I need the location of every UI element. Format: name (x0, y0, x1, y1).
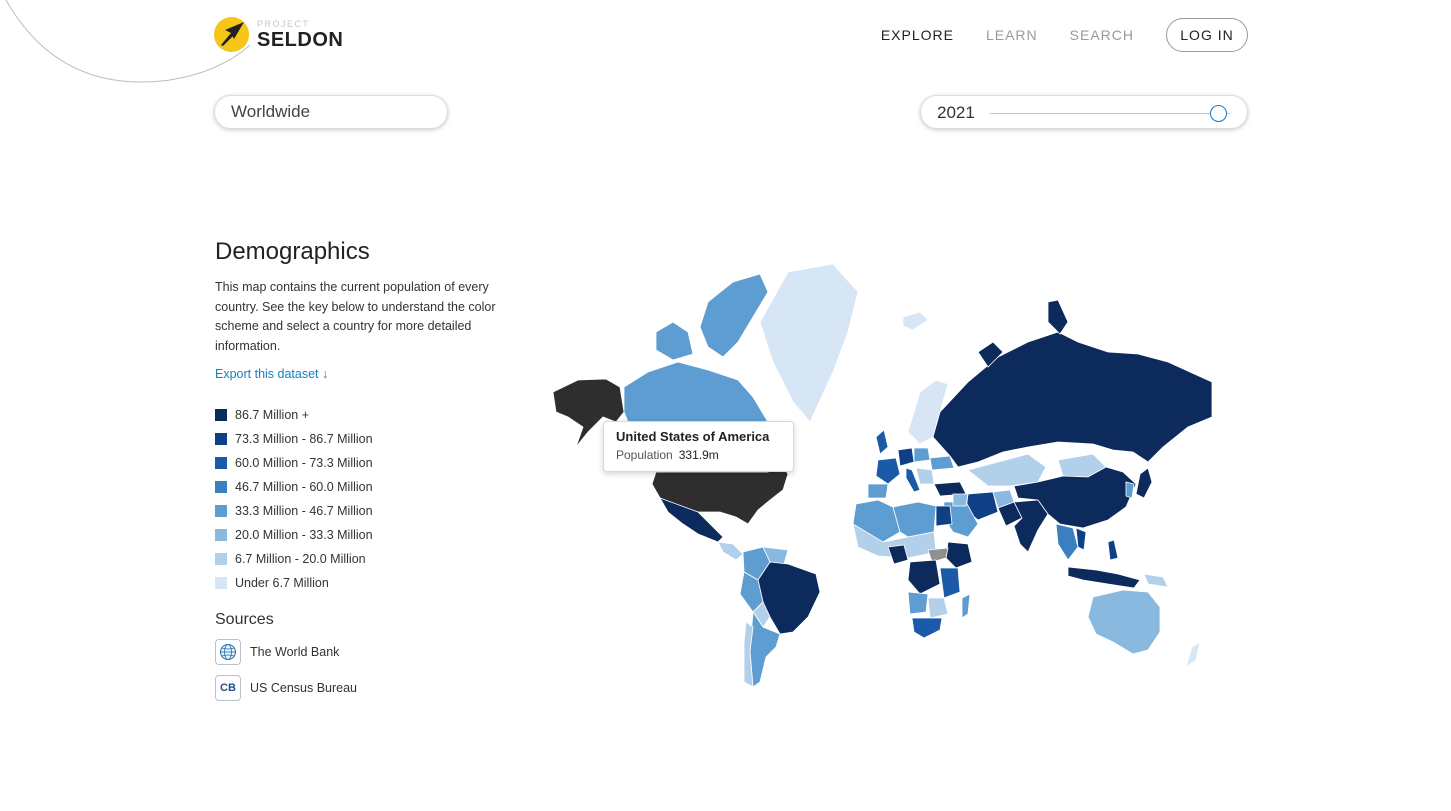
source-us-census-bureau[interactable]: CB US Census Bureau (215, 675, 500, 701)
globe-icon (215, 639, 241, 665)
legend-swatch (215, 577, 227, 589)
nav-search[interactable]: SEARCH (1070, 27, 1134, 43)
legend-swatch (215, 457, 227, 469)
brand-name: SELDON (257, 28, 344, 51)
legend-label: 46.7 Million - 60.0 Million (235, 480, 373, 494)
nav-explore[interactable]: EXPLORE (881, 27, 954, 43)
country-canada-islands[interactable] (699, 273, 769, 358)
source-label: The World Bank (250, 645, 340, 659)
census-bureau-icon: CB (215, 675, 241, 701)
country-dr-congo[interactable] (907, 559, 941, 595)
legend-item: 6.7 Million - 20.0 Million (215, 547, 500, 571)
country-ethiopia[interactable] (945, 541, 973, 569)
country-iceland[interactable] (902, 311, 929, 331)
year-value: 2021 (937, 103, 975, 122)
census-bureau-icon-text: CB (220, 682, 236, 694)
legend-label: 20.0 Million - 33.3 Million (235, 528, 373, 542)
country-germany[interactable] (897, 447, 915, 467)
nav-learn[interactable]: LEARN (986, 27, 1038, 43)
country-nigeria[interactable] (887, 544, 909, 565)
sources-heading: Sources (215, 611, 274, 628)
brand-logo[interactable]: PROJECT SELDON (214, 17, 343, 52)
country-spain[interactable] (867, 483, 889, 499)
legend-swatch (215, 481, 227, 493)
country-southern-africa[interactable] (927, 597, 949, 619)
country-new-guinea[interactable] (1143, 573, 1169, 588)
map-legend: 86.7 Million + 73.3 Million - 86.7 Milli… (215, 403, 500, 595)
year-slider-track[interactable] (990, 113, 1230, 114)
country-indonesia[interactable] (1067, 566, 1141, 589)
main-nav: EXPLORE LEARN SEARCH LOG IN (881, 18, 1248, 52)
legend-item: 33.3 Million - 46.7 Million (215, 499, 500, 523)
country-poland[interactable] (913, 447, 931, 463)
country-russia-arctic-island[interactable] (1047, 299, 1069, 335)
legend-swatch (215, 433, 227, 445)
country-balkans[interactable] (915, 467, 935, 485)
country-southeast-asia[interactable] (1055, 523, 1079, 561)
legend-item: 86.7 Million + (215, 403, 500, 427)
country-australia[interactable] (1087, 589, 1161, 655)
country-iraq[interactable] (952, 493, 969, 507)
legend-label: 86.7 Million + (235, 408, 309, 422)
source-world-bank[interactable]: The World Bank (215, 639, 500, 665)
country-egypt[interactable] (935, 505, 953, 527)
legend-label: 60.0 Million - 73.3 Million (235, 456, 373, 470)
country-japan[interactable] (1135, 467, 1153, 499)
legend-item: 60.0 Million - 73.3 Million (215, 451, 500, 475)
legend-label: 6.7 Million - 20.0 Million (235, 552, 366, 566)
country-madagascar[interactable] (961, 593, 971, 619)
country-brazil[interactable] (757, 561, 821, 635)
seldon-logo-icon (214, 17, 249, 52)
legend-item: 73.3 Million - 86.7 Million (215, 427, 500, 451)
map-tooltip: United States of America Population 331.9… (603, 421, 794, 472)
year-slider-control: 2021 (920, 95, 1248, 129)
page-title: Demographics (215, 238, 370, 265)
country-somalia-nodata[interactable] (927, 547, 949, 563)
login-button[interactable]: LOG IN (1166, 18, 1248, 52)
country-south-africa[interactable] (911, 617, 943, 639)
year-slider-thumb[interactable] (1210, 105, 1227, 122)
legend-label: 33.3 Million - 46.7 Million (235, 504, 373, 518)
country-central-america[interactable] (717, 541, 744, 561)
country-philippines[interactable] (1107, 539, 1119, 561)
info-panel: Demographics This map contains the curre… (215, 238, 500, 701)
brand-small-text: PROJECT (257, 18, 310, 29)
country-angola[interactable] (907, 591, 929, 615)
legend-swatch (215, 409, 227, 421)
country-east-africa[interactable] (939, 567, 961, 599)
legend-label: Under 6.7 Million (235, 576, 329, 590)
legend-item: Under 6.7 Million (215, 571, 500, 595)
dataset-description: This map contains the current population… (215, 280, 496, 353)
tooltip-metric-row: Population 331.9m (616, 448, 781, 462)
country-france[interactable] (875, 457, 901, 485)
country-uk[interactable] (875, 429, 889, 455)
region-select[interactable]: Worldwide (214, 95, 448, 129)
country-new-zealand[interactable] (1185, 641, 1201, 668)
country-greenland[interactable] (759, 263, 859, 423)
export-dataset-link[interactable]: Export this dataset ↓ (215, 367, 328, 381)
country-ukraine[interactable] (929, 455, 955, 471)
country-russia[interactable] (932, 331, 1213, 468)
tooltip-country-name: United States of America (616, 429, 770, 444)
tooltip-metric-label: Population (616, 448, 673, 462)
country-korea[interactable] (1125, 481, 1135, 499)
legend-swatch (215, 505, 227, 517)
legend-swatch (215, 529, 227, 541)
legend-swatch (215, 553, 227, 565)
country-india[interactable] (1013, 499, 1049, 553)
legend-item: 20.0 Million - 33.3 Million (215, 523, 500, 547)
tooltip-metric-value: 331.9m (678, 448, 719, 462)
country-canada-arctic[interactable] (655, 321, 694, 361)
legend-label: 73.3 Million - 86.7 Million (235, 432, 373, 446)
world-population-map (552, 263, 1213, 688)
legend-item: 46.7 Million - 60.0 Million (215, 475, 500, 499)
source-label: US Census Bureau (250, 681, 358, 695)
